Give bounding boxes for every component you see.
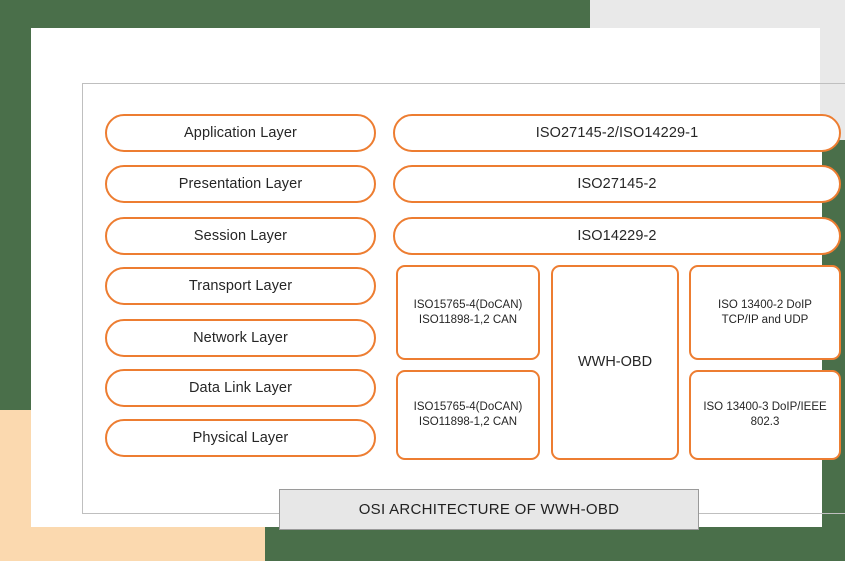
protocol-pill-presentation[interactable]: ISO27145-2 <box>393 165 841 203</box>
protocol-box-label: WWH-OBD <box>577 354 653 371</box>
background-block-green-left-band <box>0 93 31 410</box>
osi-layer-label: Network Layer <box>193 329 288 346</box>
osi-layer-label: Data Link Layer <box>188 379 293 396</box>
protocol-box-label: ISO15765-4(DoCAN) ISO11898-1,2 CAN <box>413 298 523 326</box>
osi-layer-label: Presentation Layer <box>178 175 303 192</box>
osi-layer-label: Application Layer <box>184 124 297 141</box>
protocol-box-doip-tcp-udp[interactable]: ISO 13400-2 DoIP TCP/IP and UDP <box>689 265 841 360</box>
protocol-box-doip-ieee[interactable]: ISO 13400-3 DoIP/IEEE 802.3 <box>689 370 841 460</box>
protocol-pill-session[interactable]: ISO14229-2 <box>393 217 841 255</box>
osi-layer-data-link[interactable]: Data Link Layer <box>105 369 376 407</box>
osi-layer-label: Physical Layer <box>192 429 289 446</box>
protocol-pill-label: ISO27145-2 <box>577 175 657 192</box>
protocol-box-wwh-obd[interactable]: WWH-OBD <box>551 265 679 460</box>
osi-layer-label: Session Layer <box>193 227 288 244</box>
osi-layer-network[interactable]: Network Layer <box>105 319 376 357</box>
protocol-box-label: ISO15765-4(DoCAN) ISO11898-1,2 CAN <box>413 401 523 428</box>
content-card: Application Layer Presentation Layer Ses… <box>31 28 845 530</box>
osi-layer-presentation[interactable]: Presentation Layer <box>105 165 376 203</box>
protocol-box-can-datalink-physical[interactable]: ISO15765-4(DoCAN) ISO11898-1,2 CAN <box>396 370 540 460</box>
protocol-box-label: ISO 13400-2 DoIP TCP/IP and UDP <box>718 298 812 326</box>
protocol-box-label: ISO 13400-3 DoIP/IEEE 802.3 <box>703 401 827 428</box>
osi-layer-physical[interactable]: Physical Layer <box>105 419 376 457</box>
diagram-caption: OSI ARCHITECTURE OF WWH-OBD <box>279 489 699 530</box>
protocol-box-can-transport-network[interactable]: ISO15765-4(DoCAN) ISO11898-1,2 CAN <box>396 265 540 360</box>
protocol-pill-application[interactable]: ISO27145-2/ISO14229-1 <box>393 114 841 152</box>
osi-layer-session[interactable]: Session Layer <box>105 217 376 255</box>
osi-layer-transport[interactable]: Transport Layer <box>105 267 376 305</box>
background-block-peach-bottom <box>0 527 265 561</box>
background-block-green-bottom <box>265 527 845 561</box>
protocol-pill-label: ISO14229-2 <box>577 227 657 244</box>
protocol-pill-label: ISO27145-2/ISO14229-1 <box>535 124 699 141</box>
diagram-caption-label: OSI ARCHITECTURE OF WWH-OBD <box>358 501 620 518</box>
slide-canvas: Application Layer Presentation Layer Ses… <box>0 0 845 561</box>
osi-layer-application[interactable]: Application Layer <box>105 114 376 152</box>
osi-layer-label: Transport Layer <box>188 277 293 294</box>
